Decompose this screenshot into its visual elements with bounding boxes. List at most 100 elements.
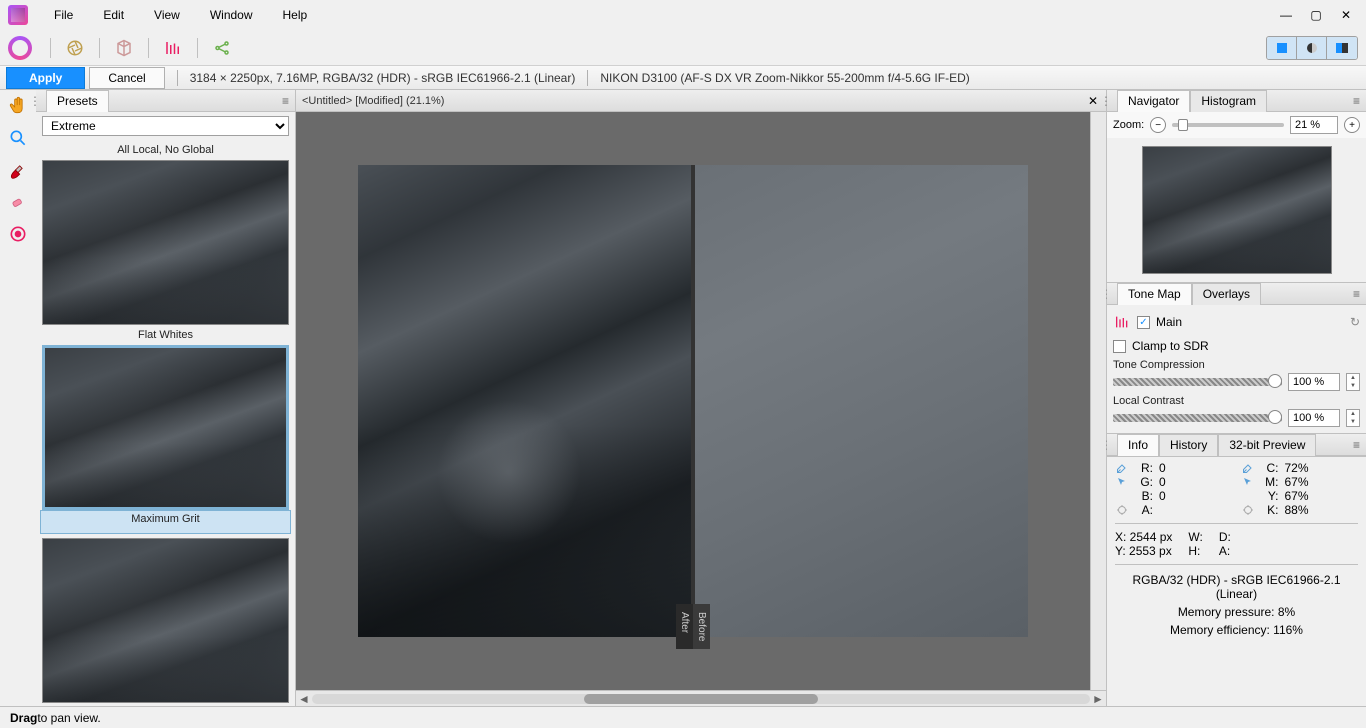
- navigator-preview[interactable]: [1142, 146, 1332, 274]
- hand-tool-icon[interactable]: [6, 94, 30, 118]
- tone-compression-input[interactable]: [1288, 373, 1340, 391]
- local-contrast-label: Local Contrast: [1113, 395, 1360, 409]
- target-icon[interactable]: [1115, 503, 1129, 517]
- info-y-label: Y:: [1261, 489, 1279, 503]
- tab-tone-map[interactable]: Tone Map: [1117, 283, 1192, 305]
- window-maximize-icon[interactable]: ▢: [1308, 8, 1324, 22]
- info-colorspace: RGBA/32 (HDR) - sRGB IEC61966-2.1 (Linea…: [1115, 571, 1358, 603]
- cancel-button[interactable]: Cancel: [89, 67, 164, 89]
- panel-menu-icon[interactable]: ≡: [1347, 287, 1366, 301]
- window-close-icon[interactable]: ✕: [1338, 8, 1354, 22]
- canvas[interactable]: After Before: [296, 112, 1090, 690]
- preset-thumb-all-local[interactable]: [42, 160, 289, 325]
- info-a-label: A:: [1135, 503, 1153, 517]
- split-label-after: After: [676, 604, 693, 649]
- persona-photo-icon[interactable]: [8, 36, 32, 60]
- info-k-value: 88%: [1285, 503, 1325, 517]
- display-split-icon[interactable]: [1327, 37, 1357, 59]
- zoom-out-icon[interactable]: −: [1150, 117, 1166, 133]
- info-y2-label: Y:: [1115, 544, 1129, 558]
- zoom-value-input[interactable]: [1290, 116, 1338, 134]
- preview-before: [693, 165, 1028, 637]
- menu-file[interactable]: File: [40, 4, 87, 26]
- panel-grip-icon[interactable]: ⋮⋮: [1107, 287, 1117, 301]
- info-g-value: 0: [1159, 475, 1199, 489]
- info-r-value: 0: [1159, 461, 1199, 475]
- status-bold: Drag: [10, 711, 37, 725]
- scroll-left-icon[interactable]: ◄: [296, 692, 312, 706]
- info-m-value: 67%: [1285, 475, 1325, 489]
- apply-button[interactable]: Apply: [6, 67, 85, 89]
- aperture-icon[interactable]: [65, 38, 85, 58]
- reset-icon[interactable]: ↻: [1350, 315, 1360, 329]
- split-label-before: Before: [693, 604, 710, 649]
- clamp-sdr-checkbox[interactable]: [1113, 340, 1126, 353]
- zoom-label: Zoom:: [1113, 119, 1144, 131]
- window-minimize-icon[interactable]: —: [1278, 8, 1294, 22]
- tab-presets[interactable]: Presets: [46, 90, 109, 112]
- preset-label: All Local, No Global: [42, 142, 289, 160]
- app-logo-icon: [8, 5, 28, 25]
- info-c-value: 72%: [1285, 461, 1325, 475]
- local-contrast-stepper[interactable]: ▲▼: [1346, 409, 1360, 427]
- panel-menu-icon[interactable]: ≡: [1347, 94, 1366, 108]
- zoom-slider[interactable]: [1172, 123, 1284, 127]
- menu-edit[interactable]: Edit: [89, 4, 138, 26]
- tab-navigator[interactable]: Navigator: [1117, 90, 1190, 112]
- tab-32bit-preview[interactable]: 32-bit Preview: [1218, 434, 1316, 456]
- local-contrast-input[interactable]: [1288, 409, 1340, 427]
- tab-histogram[interactable]: Histogram: [1190, 90, 1267, 112]
- tab-info[interactable]: Info: [1117, 434, 1159, 456]
- main-checkbox[interactable]: [1137, 316, 1150, 329]
- scroll-right-icon[interactable]: ►: [1090, 692, 1106, 706]
- preset-thumb-next[interactable]: [42, 538, 289, 703]
- tone-compression-slider[interactable]: [1113, 378, 1282, 386]
- document-dimensions-label: 3184 × 2250px, 7.16MP, RGBA/32 (HDR) - s…: [190, 71, 576, 85]
- info-y2-value: 2553 px: [1129, 544, 1172, 558]
- tab-history[interactable]: History: [1159, 434, 1218, 456]
- panel-menu-icon[interactable]: ≡: [276, 94, 295, 108]
- overlay-erase-tool-icon[interactable]: [6, 190, 30, 214]
- eyedropper-icon[interactable]: [1241, 461, 1255, 475]
- info-mem-pressure: Memory pressure: 8%: [1115, 603, 1358, 621]
- info-w-label: W:: [1188, 530, 1202, 544]
- panel-grip-icon[interactable]: ⋮⋮: [1107, 94, 1117, 108]
- status-bar: Drag to pan view.: [0, 706, 1366, 728]
- menu-help[interactable]: Help: [269, 4, 322, 26]
- tone-compression-label: Tone Compression: [1113, 359, 1360, 373]
- overlay-paint-tool-icon[interactable]: [6, 158, 30, 182]
- preset-thumb-flat-whites[interactable]: [42, 345, 289, 510]
- local-contrast-slider[interactable]: [1113, 414, 1282, 422]
- cursor-icon[interactable]: [1241, 475, 1255, 489]
- display-single-icon[interactable]: [1267, 37, 1297, 59]
- target-icon[interactable]: [1241, 503, 1255, 517]
- share-icon[interactable]: [212, 38, 232, 58]
- panel-menu-icon[interactable]: ≡: [1347, 438, 1366, 452]
- horizontal-scrollbar[interactable]: ◄ ►: [296, 690, 1106, 706]
- cursor-icon[interactable]: [1115, 475, 1129, 489]
- camera-info-label: NIKON D3100 (AF-S DX VR Zoom-Nikkor 55-2…: [600, 71, 969, 85]
- panel-grip-icon[interactable]: ⋮⋮: [36, 94, 46, 108]
- split-handle[interactable]: [691, 165, 695, 637]
- zoom-in-icon[interactable]: +: [1344, 117, 1360, 133]
- display-mirror-icon[interactable]: [1297, 37, 1327, 59]
- info-k-label: K:: [1261, 503, 1279, 517]
- panel-grip-icon[interactable]: ⋮⋮: [1107, 438, 1117, 452]
- preset-category-select[interactable]: Extreme: [42, 116, 289, 136]
- tone-compression-stepper[interactable]: ▲▼: [1346, 373, 1360, 391]
- tonemap-icon: [1113, 313, 1131, 331]
- info-y-value: 67%: [1285, 489, 1325, 503]
- zoom-tool-icon[interactable]: [6, 126, 30, 150]
- vertical-scrollbar[interactable]: [1090, 112, 1106, 690]
- menu-window[interactable]: Window: [196, 4, 267, 26]
- tab-overlays[interactable]: Overlays: [1192, 283, 1261, 305]
- preset-list[interactable]: All Local, No Global Flat Whites Maximum…: [36, 140, 295, 706]
- menu-view[interactable]: View: [140, 4, 194, 26]
- overlay-gradient-tool-icon[interactable]: [6, 222, 30, 246]
- preview-after: [358, 165, 693, 637]
- eyedropper-icon[interactable]: [1115, 461, 1129, 475]
- tonemap-persona-icon[interactable]: [163, 38, 183, 58]
- info-d-label: D:: [1219, 530, 1231, 544]
- info-mem-efficiency: Memory efficiency: 116%: [1115, 621, 1358, 639]
- cube-icon[interactable]: [114, 38, 134, 58]
